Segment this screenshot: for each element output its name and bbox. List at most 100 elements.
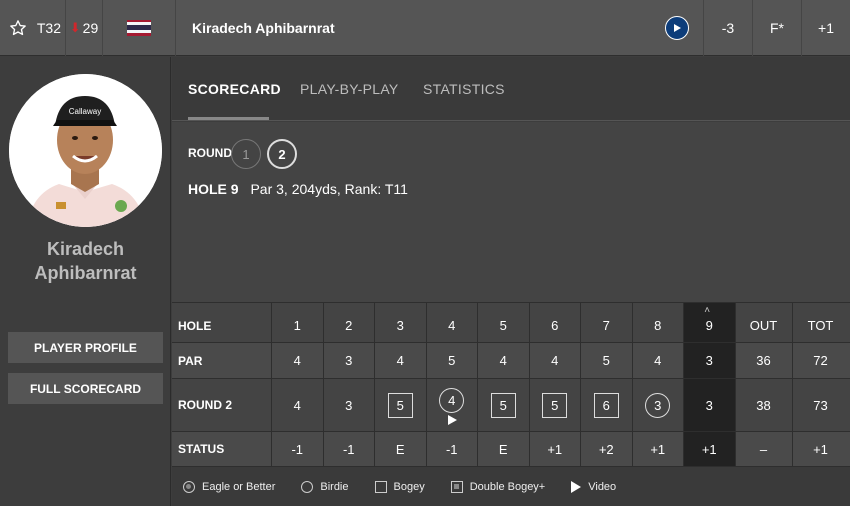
score-cell-tot: 73 bbox=[791, 379, 849, 431]
hole-cell-tot: TOT bbox=[791, 303, 849, 342]
play-icon bbox=[571, 480, 582, 493]
par-cell: 4 bbox=[528, 343, 581, 378]
scorecard-panel: SCORECARD PLAY-BY-PLAY STATISTICS ROUND … bbox=[172, 57, 850, 506]
full-scorecard-button[interactable]: FULL SCORECARD bbox=[8, 373, 163, 404]
par-cell: 4 bbox=[271, 343, 323, 378]
status-cell-tot: +1 bbox=[791, 432, 849, 466]
round-label: ROUND bbox=[188, 146, 232, 160]
par-cell: 4 bbox=[374, 343, 426, 378]
movement-value: 29 bbox=[82, 19, 99, 36]
video-play-icon[interactable] bbox=[447, 415, 457, 425]
legend-birdie: Birdie bbox=[301, 480, 349, 493]
scorecard-legend: Eagle or Better Birdie Bogey Double Boge… bbox=[172, 466, 850, 506]
par-cell: 4 bbox=[477, 343, 529, 378]
hole-details: HOLE 9 Par 3, 204yds, Rank: T11 bbox=[188, 181, 408, 197]
bogey-marker: 5 bbox=[387, 392, 413, 418]
par-cell: 3 bbox=[322, 343, 375, 378]
score-cell: 3 bbox=[683, 379, 735, 431]
status-cell: E bbox=[374, 432, 426, 466]
legend-bogey: Bogey bbox=[374, 480, 425, 493]
status-cell: +1 bbox=[528, 432, 581, 466]
score-cell: 3 bbox=[631, 379, 684, 431]
score-cell: 5 bbox=[477, 379, 529, 431]
par-cell-out: 36 bbox=[734, 343, 792, 378]
player-last-name: Aphibarnrat bbox=[34, 263, 137, 283]
hole-cell[interactable]: 2 bbox=[322, 303, 375, 342]
round-1-button[interactable]: 1 bbox=[231, 139, 261, 169]
legend-label: Birdie bbox=[320, 480, 349, 493]
score-cell: 3 bbox=[322, 379, 375, 431]
position: T32 bbox=[36, 19, 61, 36]
tab-play-by-play[interactable]: PLAY-BY-PLAY bbox=[300, 81, 399, 97]
tab-statistics[interactable]: STATISTICS bbox=[423, 81, 505, 97]
table-row-hole: HOLE 1 2 3 4 5 6 7 8 ˄ 9 OUT TOT bbox=[172, 302, 850, 342]
total-score: +1 bbox=[818, 19, 834, 36]
hole-cell[interactable]: 7 bbox=[580, 303, 632, 342]
legend-eagle: Eagle or Better bbox=[183, 480, 276, 493]
score-cell[interactable]: 4 bbox=[425, 379, 478, 431]
player-profile-button[interactable]: PLAYER PROFILE bbox=[8, 332, 163, 363]
player-avatar: Callaway bbox=[9, 74, 162, 227]
legend-video: Video bbox=[571, 480, 617, 493]
player-sidebar: Callaway Kiradech Aphibarnrat PLAYER PRO… bbox=[0, 57, 171, 506]
status-cell: -1 bbox=[271, 432, 323, 466]
status-cell: E bbox=[477, 432, 529, 466]
hole-cell[interactable]: 6 bbox=[528, 303, 581, 342]
legend-label: Eagle or Better bbox=[202, 480, 276, 493]
table-row-status: STATUS -1 -1 E -1 E +1 +2 +1 +1 – +1 bbox=[172, 431, 850, 466]
player-row[interactable]: T32 ⬇ 29 Kiradech Aphibarnrat -3 F* +1 bbox=[0, 0, 850, 56]
legend-label: Bogey bbox=[393, 480, 425, 493]
hole-number: 9 bbox=[705, 318, 713, 333]
table-row-par: PAR 4 3 4 5 4 4 5 4 3 36 72 bbox=[172, 342, 850, 378]
hole-number: HOLE 9 bbox=[188, 181, 239, 197]
leaderboard-player-panel: T32 ⬇ 29 Kiradech Aphibarnrat -3 F* +1 C… bbox=[0, 0, 850, 506]
player-first-name: Kiradech bbox=[46, 239, 125, 259]
thru: F* bbox=[770, 19, 784, 36]
chevron-up-icon: ˄ bbox=[704, 305, 711, 316]
player-name[interactable]: Kiradech Aphibarnrat bbox=[176, 0, 651, 55]
sidebar-player-name: Kiradech Aphibarnrat bbox=[0, 237, 171, 285]
hole-cell-out: OUT bbox=[734, 303, 792, 342]
status-cell: -1 bbox=[425, 432, 478, 466]
par-cell: 4 bbox=[631, 343, 684, 378]
legend-label: Double Bogey+ bbox=[469, 480, 546, 493]
favorite-star-icon[interactable] bbox=[0, 0, 27, 55]
status-cell: -1 bbox=[322, 432, 375, 466]
hole-info: ROUND 1 2 HOLE 9 Par 3, 204yds, Rank: T1… bbox=[172, 122, 850, 302]
hole-cell[interactable]: 5 bbox=[477, 303, 529, 342]
table-row-round: ROUND 2 4 3 5 4 5 5 6 3 3 38 73 bbox=[172, 378, 850, 431]
hole-cell[interactable]: 3 bbox=[374, 303, 426, 342]
tab-scorecard[interactable]: SCORECARD bbox=[188, 81, 281, 97]
today-score: -3 bbox=[721, 19, 735, 36]
play-icon[interactable] bbox=[665, 15, 689, 40]
score-cell: 5 bbox=[374, 379, 426, 431]
score-cell: 4 bbox=[271, 379, 323, 431]
birdie-marker: 3 bbox=[645, 392, 671, 418]
score-cell-out: 38 bbox=[734, 379, 792, 431]
row-label: HOLE bbox=[178, 318, 212, 333]
row-label: ROUND 2 bbox=[178, 398, 233, 412]
legend-label: Video bbox=[588, 480, 617, 493]
round-2-button[interactable]: 2 bbox=[267, 139, 297, 169]
par-cell-tot: 72 bbox=[791, 343, 849, 378]
double-square-icon bbox=[450, 480, 463, 493]
status-cell: +1 bbox=[631, 432, 684, 466]
par-cell: 5 bbox=[425, 343, 478, 378]
hole-cell[interactable]: 8 bbox=[631, 303, 684, 342]
bogey-marker: 5 bbox=[490, 392, 516, 418]
birdie-marker: 4 bbox=[439, 387, 465, 413]
row-label: STATUS bbox=[178, 442, 225, 456]
status-cell: +2 bbox=[580, 432, 632, 466]
bogey-marker: 5 bbox=[542, 392, 568, 418]
square-icon bbox=[374, 480, 387, 493]
score-cell: 6 bbox=[580, 379, 632, 431]
hole-cell[interactable]: 4 bbox=[425, 303, 478, 342]
hole-cell-selected[interactable]: ˄ 9 bbox=[683, 303, 735, 342]
hole-description: Par 3, 204yds, Rank: T11 bbox=[250, 181, 408, 197]
hole-cell[interactable]: 1 bbox=[271, 303, 323, 342]
par-cell: 3 bbox=[683, 343, 735, 378]
bogey-marker: 6 bbox=[593, 392, 619, 418]
country-flag bbox=[103, 0, 175, 55]
play-video-button[interactable] bbox=[651, 0, 703, 55]
par-cell: 5 bbox=[580, 343, 632, 378]
